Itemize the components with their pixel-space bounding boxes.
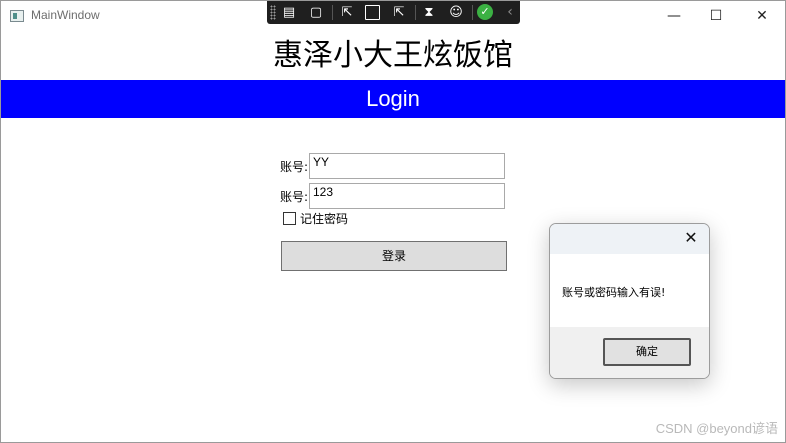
toolbar-grip-handle[interactable] <box>270 5 276 20</box>
collapse-chevron-icon[interactable]: ‹ <box>501 4 519 21</box>
login-button[interactable]: 登录 <box>281 241 507 271</box>
live-visual-tree-icon[interactable]: ▤ <box>280 4 298 21</box>
close-button[interactable]: ✕ <box>739 1 785 31</box>
remember-password-label[interactable]: 记住密码 <box>300 210 348 227</box>
toolbar-separator <box>415 5 416 20</box>
main-window: MainWindow ▤ ▢ ⇱ ⇱ ⧗ ☺ ✓ ‹ — ☐ ✕ 惠泽小大王炫饭… <box>0 0 786 443</box>
title-bar[interactable]: MainWindow ▤ ▢ ⇱ ⇱ ⧗ ☺ ✓ ‹ — ☐ ✕ <box>1 1 785 31</box>
toolbar-separator <box>332 5 333 20</box>
dialog-ok-button[interactable]: 确定 <box>603 338 691 366</box>
restaurant-title: 惠泽小大王炫饭馆 <box>273 38 513 73</box>
track-focus-icon[interactable]: ⇱ <box>390 4 408 21</box>
window-title: MainWindow <box>31 8 100 22</box>
dialog-close-button[interactable]: ✕ <box>681 228 701 248</box>
maximize-button[interactable]: ☐ <box>693 1 739 31</box>
accessibility-icon[interactable]: ☺ <box>447 4 465 21</box>
login-banner: Login <box>1 80 785 118</box>
dialog-title-bar[interactable]: ✕ <box>550 224 709 254</box>
toolbar-separator <box>472 5 473 20</box>
xaml-debug-toolbar: ▤ ▢ ⇱ ⇱ ⧗ ☺ ✓ ‹ <box>267 1 520 24</box>
password-label: 账号: <box>280 190 309 204</box>
account-label: 账号: <box>280 160 309 174</box>
error-message-dialog: ✕ 账号或密码输入有误! 确定 <box>549 223 710 379</box>
select-element-icon[interactable]: ⇱ <box>338 4 356 21</box>
password-input[interactable]: 123 <box>309 183 505 209</box>
remember-password-checkbox[interactable] <box>283 212 296 225</box>
video-icon[interactable]: ▢ <box>307 4 325 21</box>
display-layout-adorners-icon[interactable] <box>365 5 380 20</box>
minimize-button[interactable]: — <box>651 1 697 31</box>
watermark: CSDN @beyond谚语 <box>655 421 778 436</box>
dialog-message: 账号或密码输入有误! <box>562 286 666 299</box>
account-input[interactable]: YY <box>309 153 505 179</box>
hot-reload-icon[interactable]: ⧗ <box>420 4 438 21</box>
dialog-footer: 确定 <box>550 327 709 378</box>
app-window-icon <box>10 10 24 22</box>
hot-reload-status-icon[interactable]: ✓ <box>477 4 493 20</box>
